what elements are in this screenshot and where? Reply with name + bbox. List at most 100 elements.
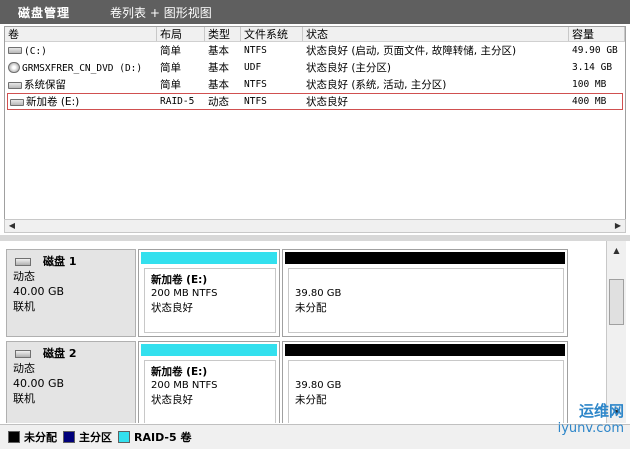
disk-graphical-view[interactable]: 磁盘 1 动态 40.00 GB 联机 新加卷 (E:) 200 MB NTFS… — [4, 241, 626, 423]
partition-status: 状态良好 — [151, 394, 193, 406]
scroll-left-icon[interactable]: ◀ — [5, 220, 19, 232]
disk-size: 40.00 GB — [13, 285, 65, 298]
unallocated-color-bar — [285, 344, 565, 356]
capacity-cell: 49.90 GB — [572, 45, 618, 56]
column-header-volume[interactable]: 卷 — [5, 27, 157, 41]
partition-body: 39.80 GB 未分配 — [288, 268, 564, 333]
type-cell: 基本 — [208, 62, 229, 74]
column-header-status[interactable]: 状态 — [303, 27, 569, 41]
partition-detail: 200 MB NTFS — [151, 380, 218, 391]
capacity-cell: 3.14 GB — [572, 62, 613, 73]
watermark-logo: 运维网 iyunv.com — [524, 400, 624, 446]
vertical-scrollbar[interactable]: ▲ ▼ — [606, 241, 626, 423]
legend-label: 主分区 — [79, 431, 112, 444]
unallocated-size: 39.80 GB — [295, 380, 342, 391]
volume-row-d[interactable]: GRMSXFRER_CN_DVD (D:) 简单 基本 UDF 状态良好 (主分… — [5, 59, 625, 76]
partition-raid5[interactable]: 新加卷 (E:) 200 MB NTFS 状态良好 — [138, 341, 280, 423]
volume-row-c[interactable]: (C:) 简单 基本 NTFS 状态良好 (启动, 页面文件, 故障转储, 主分… — [5, 42, 625, 59]
disk-type: 动态 — [13, 270, 35, 283]
app-title: 磁盘管理 — [18, 5, 71, 20]
disk-state: 联机 — [13, 392, 35, 405]
type-cell: 基本 — [208, 79, 229, 91]
column-header-capacity[interactable]: 容量 — [569, 27, 625, 41]
volume-row-reserved[interactable]: 系统保留 简单 基本 NTFS 状态良好 (系统, 活动, 主分区) 100 M… — [5, 76, 625, 93]
volume-list[interactable]: 卷 布局 类型 文件系统 状态 容量 (C:) 简单 基本 NTFS 状态良好 … — [4, 26, 626, 231]
volume-name-cell: (C:) — [5, 45, 157, 57]
horizontal-scrollbar[interactable]: ◀ ▶ — [4, 219, 626, 233]
drive-icon — [10, 98, 24, 106]
legend-swatch — [118, 431, 130, 443]
volume-name: 新加卷 (E:) — [26, 96, 80, 108]
capacity-cell: 100 MB — [572, 79, 607, 90]
volume-name: GRMSXFRER_CN_DVD (D:) — [22, 62, 143, 74]
watermark-line2: iyunv.com — [557, 421, 624, 436]
column-header-filesystem[interactable]: 文件系统 — [241, 27, 303, 41]
disk-size: 40.00 GB — [13, 377, 65, 390]
disk-type: 动态 — [13, 362, 35, 375]
drive-icon — [8, 81, 22, 89]
legend-item-unallocated: 未分配 — [8, 429, 57, 445]
view-title: 卷列表 + 图形视图 — [110, 5, 212, 20]
layout-cell: RAID-5 — [160, 96, 195, 107]
disk-row: 磁盘 1 动态 40.00 GB 联机 新加卷 (E:) 200 MB NTFS… — [4, 241, 604, 339]
drive-icon — [8, 47, 22, 54]
partition-volume-name: 新加卷 (E:) — [151, 366, 208, 378]
title-bar: 磁盘管理 卷列表 + 图形视图 — [0, 0, 630, 24]
disk-state: 联机 — [13, 300, 35, 313]
unallocated-label: 未分配 — [295, 302, 327, 314]
legend-swatch — [63, 431, 75, 443]
legend-label: 未分配 — [24, 431, 57, 444]
scroll-thumb[interactable] — [609, 279, 624, 325]
volume-name-cell: GRMSXFRER_CN_DVD (D:) — [5, 62, 157, 74]
legend-item-primary: 主分区 — [63, 429, 112, 445]
filesystem-cell: UDF — [244, 62, 262, 73]
scroll-right-icon[interactable]: ▶ — [611, 220, 625, 232]
disk-row: 磁盘 2 动态 40.00 GB 联机 新加卷 (E:) 200 MB NTFS… — [4, 333, 604, 423]
disk-info-2[interactable]: 磁盘 2 动态 40.00 GB 联机 — [6, 341, 136, 423]
layout-cell: 简单 — [160, 79, 181, 91]
partition-body: 新加卷 (E:) 200 MB NTFS 状态良好 — [144, 360, 276, 423]
capacity-cell: 400 MB — [572, 96, 607, 107]
status-cell: 状态良好 — [306, 96, 348, 108]
status-cell: 状态良好 (启动, 页面文件, 故障转储, 主分区) — [306, 45, 517, 57]
partition-status: 状态良好 — [151, 302, 193, 314]
disk-name: 磁盘 2 — [43, 347, 77, 360]
volume-name: 系统保留 — [24, 79, 66, 91]
partition-unallocated[interactable]: 39.80 GB 未分配 — [282, 249, 568, 337]
volume-name-cell: 系统保留 — [5, 77, 157, 92]
disk-info-1[interactable]: 磁盘 1 动态 40.00 GB 联机 — [6, 249, 136, 337]
disk-icon — [15, 258, 31, 266]
type-cell: 动态 — [208, 96, 229, 108]
disk-icon — [15, 350, 31, 358]
layout-cell: 简单 — [160, 45, 181, 57]
volume-name-cell: 新加卷 (E:) — [7, 94, 157, 109]
unallocated-color-bar — [285, 252, 565, 264]
raid5-color-bar — [141, 344, 277, 356]
column-header-layout[interactable]: 布局 — [157, 27, 205, 41]
filesystem-cell: NTFS — [244, 79, 267, 90]
filesystem-cell: NTFS — [244, 45, 267, 56]
volume-name: (C:) — [24, 45, 47, 57]
cd-icon — [8, 62, 20, 73]
type-cell: 基本 — [208, 45, 229, 57]
partition-volume-name: 新加卷 (E:) — [151, 274, 208, 286]
filesystem-cell: NTFS — [244, 96, 267, 107]
unallocated-label: 未分配 — [295, 394, 327, 406]
partition-body: 新加卷 (E:) 200 MB NTFS 状态良好 — [144, 268, 276, 333]
legend-label: RAID-5 卷 — [134, 431, 192, 444]
column-header-type[interactable]: 类型 — [205, 27, 241, 41]
status-cell: 状态良好 (主分区) — [306, 62, 392, 74]
legend-swatch — [8, 431, 20, 443]
layout-cell: 简单 — [160, 62, 181, 74]
scroll-up-icon[interactable]: ▲ — [607, 243, 626, 259]
unallocated-size: 39.80 GB — [295, 288, 342, 299]
volume-row-e[interactable]: 新加卷 (E:) RAID-5 动态 NTFS 状态良好 400 MB — [7, 93, 623, 110]
partition-body: 39.80 GB 未分配 — [288, 360, 564, 423]
partition-raid5[interactable]: 新加卷 (E:) 200 MB NTFS 状态良好 — [138, 249, 280, 337]
partition-detail: 200 MB NTFS — [151, 288, 218, 299]
volume-list-header: 卷 布局 类型 文件系统 状态 容量 — [5, 27, 625, 42]
status-cell: 状态良好 (系统, 活动, 主分区) — [306, 79, 447, 91]
watermark-line1: 运维网 — [578, 402, 624, 420]
legend-item-raid5: RAID-5 卷 — [118, 429, 191, 445]
disk-name: 磁盘 1 — [43, 255, 77, 268]
